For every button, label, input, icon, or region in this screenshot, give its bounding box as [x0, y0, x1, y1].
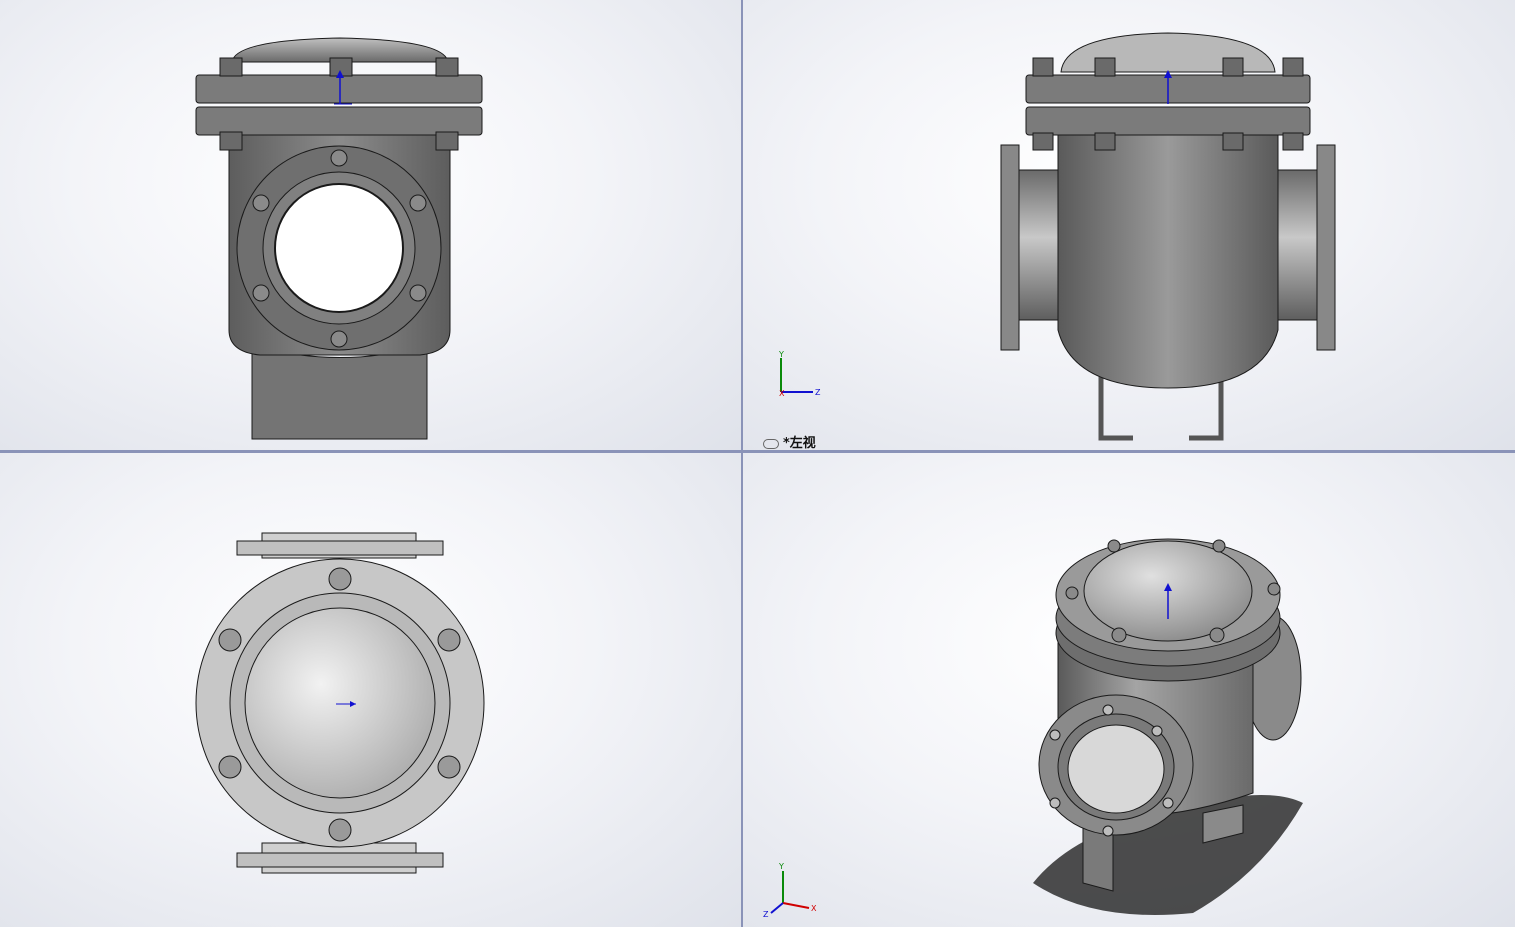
isometric-view-model: Y X Z	[763, 538, 1303, 919]
axis-y-label-iso: Y	[778, 862, 784, 871]
axis-triad-iso: Y X Z	[763, 862, 817, 919]
axis-z-label: Z	[815, 388, 821, 397]
viewport-top[interactable]	[0, 453, 741, 927]
viewport-isometric[interactable]: Y X Z	[743, 453, 1515, 927]
view-orientation-label: *左视	[763, 432, 816, 450]
axis-z-label-iso: Z	[763, 910, 769, 919]
viewport-front[interactable]	[0, 0, 741, 450]
view-eye-icon	[763, 438, 779, 449]
axis-x-label-iso: X	[811, 904, 817, 913]
top-view-model	[195, 532, 485, 874]
front-view-model	[195, 37, 483, 440]
view-name-text: *左视	[783, 436, 816, 450]
axis-y-label: Y	[778, 350, 784, 359]
axis-x-label: X	[779, 389, 785, 398]
left-view-model: Y Z X	[778, 32, 1336, 441]
viewport-left[interactable]: Y Z X *左视	[743, 0, 1515, 450]
axis-triad: Y Z X	[778, 350, 821, 398]
